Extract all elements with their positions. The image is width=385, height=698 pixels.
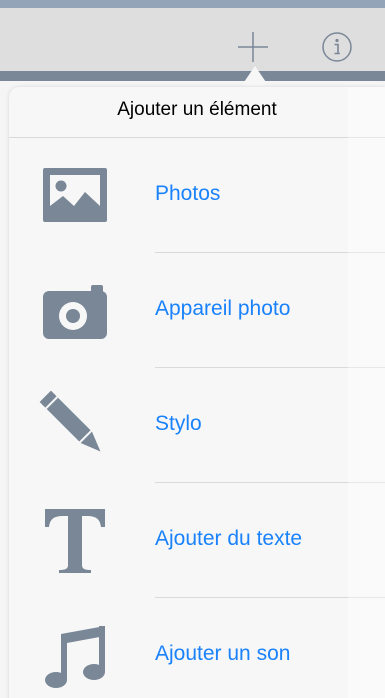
screen: Ajouter un élément Photos Appareil photo… — [0, 0, 385, 698]
menu-item-label: Ajouter un son — [155, 642, 291, 665]
menu-item-camera[interactable]: Appareil photo — [9, 253, 385, 368]
add-button[interactable] — [236, 30, 270, 64]
plus-icon — [238, 32, 268, 62]
menu-item-label: Appareil photo — [155, 297, 291, 320]
menu-item-label: Ajouter du texte — [155, 527, 303, 550]
info-icon — [322, 32, 352, 62]
menu-item-photos[interactable]: Photos — [9, 138, 385, 253]
menu-item-add-sound[interactable]: Ajouter un son — [9, 598, 385, 698]
toolbar — [0, 8, 385, 71]
add-item-popover: Ajouter un élément Photos Appareil photo… — [9, 87, 385, 698]
menu-item-add-text[interactable]: Ajouter du texte — [9, 483, 385, 598]
popover-arrow — [240, 66, 270, 88]
top-stripe — [0, 0, 385, 8]
popover-title: Ajouter un élément — [9, 87, 385, 138]
menu-item-label: Stylo — [155, 412, 202, 435]
music-note-icon — [39, 620, 111, 692]
pencil-icon — [39, 390, 111, 462]
image-icon — [39, 160, 111, 232]
info-button[interactable] — [321, 31, 353, 63]
camera-icon — [39, 275, 111, 347]
menu-item-label: Photos — [155, 182, 221, 205]
text-icon — [39, 505, 111, 577]
toolbar-shadow-band — [0, 71, 385, 81]
menu-item-pen[interactable]: Stylo — [9, 368, 385, 483]
